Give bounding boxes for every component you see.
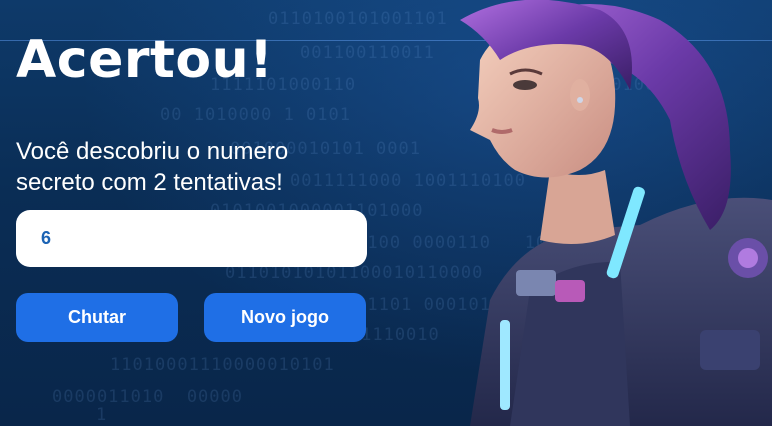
result-message: Você descobriu o numero secreto com 2 te… [16, 136, 376, 198]
new-game-button[interactable]: Novo jogo [204, 293, 366, 342]
guess-button[interactable]: Chutar [16, 293, 178, 342]
result-title: Acertou! [16, 30, 274, 90]
result-message-line: Você descobriu o numero [16, 138, 289, 165]
binary-row: 001100110011 [300, 43, 435, 63]
binary-row: 00 1010000 1 0101 [160, 105, 351, 125]
binary-row: 0000011010 00000 [52, 387, 243, 407]
binary-row: 11010001110000010101 [110, 355, 335, 375]
guess-input[interactable] [16, 210, 367, 267]
heroine-illustration [460, 0, 772, 426]
binary-row: 0110100101001101 [268, 9, 448, 29]
game-screen: 0110100101001101 001100110011 1111101000… [0, 0, 772, 426]
binary-row: 1 [96, 405, 108, 425]
result-message-line: secreto com 2 tentativas! [16, 169, 283, 196]
